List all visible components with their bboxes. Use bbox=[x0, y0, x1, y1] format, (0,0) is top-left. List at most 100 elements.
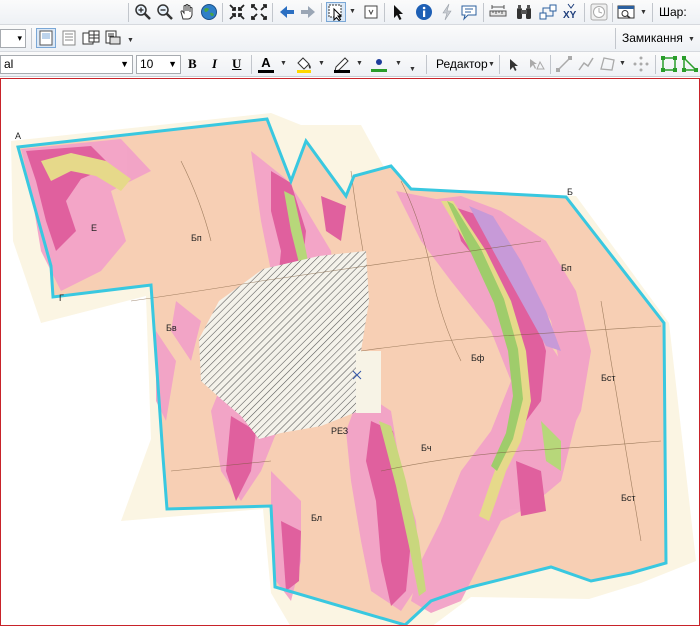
font-color-label: A bbox=[261, 54, 271, 70]
chevron-down-icon[interactable]: ▼ bbox=[395, 60, 402, 67]
construction-tools-button[interactable] bbox=[598, 54, 618, 74]
marker-color-button[interactable] bbox=[369, 54, 389, 74]
chevron-down-icon[interactable]: ▼ bbox=[688, 36, 695, 43]
underline-button[interactable]: U bbox=[232, 54, 241, 74]
toolbar-separator bbox=[222, 3, 223, 22]
print-preview-icon bbox=[105, 30, 121, 45]
layout-view-button[interactable] bbox=[36, 28, 56, 48]
layout-toolbar: ▾ ▼ Замикання ▼ bbox=[0, 25, 700, 52]
toolbar-options-arrow[interactable]: ▼ bbox=[409, 66, 416, 73]
toolbar-options-arrow[interactable]: ▼ bbox=[640, 9, 647, 16]
full-extent-button[interactable] bbox=[199, 2, 219, 22]
viewer-window-icon bbox=[617, 5, 635, 19]
drawing-toolbar: al ▼ 10 ▼ B I U A ▼ ▼ ▼ ▼ ▼ Редактор ▼ ▼ bbox=[0, 52, 700, 77]
corner-label-a: A bbox=[15, 131, 21, 141]
zoom-in-button[interactable] bbox=[133, 2, 153, 22]
trace-button[interactable] bbox=[576, 54, 596, 74]
select-features-icon bbox=[328, 4, 343, 21]
straight-segment-button[interactable] bbox=[554, 54, 574, 74]
select-elements-button[interactable] bbox=[388, 2, 408, 22]
hyperlink-button[interactable] bbox=[437, 2, 457, 22]
toolbar-separator bbox=[584, 3, 585, 22]
pen-icon bbox=[334, 57, 350, 73]
corner-label-g: Г bbox=[59, 293, 64, 303]
vertices-icon bbox=[633, 56, 649, 72]
xy-icon: XY bbox=[563, 3, 577, 21]
svg-text:Е: Е bbox=[91, 223, 97, 233]
go-to-xy-button[interactable] bbox=[538, 2, 558, 22]
map-canvas[interactable]: Е Бв РЕЗ Бст Бст Бф Бп Бп Бл Бч A Б Г bbox=[0, 78, 700, 626]
marker-dot-icon bbox=[371, 59, 387, 72]
back-extent-button[interactable] bbox=[277, 2, 297, 22]
page-icon bbox=[39, 30, 53, 46]
corner-label-b: Б bbox=[567, 187, 573, 197]
edit-tool-button[interactable] bbox=[503, 54, 523, 74]
toolbar-separator bbox=[550, 55, 551, 74]
chevron-down-icon[interactable]: ▼ bbox=[280, 60, 287, 67]
soil-map: Е Бв РЕЗ Бст Бст Бф Бп Бп Бл Бч A Б Г bbox=[11, 113, 696, 625]
data-view-button[interactable] bbox=[59, 28, 79, 48]
pan-button[interactable] bbox=[177, 2, 197, 22]
find-button[interactable] bbox=[514, 2, 534, 22]
straight-segment-icon bbox=[556, 56, 572, 72]
font-color-button[interactable]: A bbox=[256, 54, 276, 74]
time-slider-button[interactable] bbox=[589, 2, 609, 22]
measure-button[interactable] bbox=[488, 2, 508, 22]
snapping-menu[interactable]: Замикання bbox=[622, 28, 683, 48]
info-icon bbox=[416, 4, 432, 20]
svg-text:Бв: Бв bbox=[166, 323, 177, 333]
ruler-icon bbox=[489, 5, 507, 17]
toolbar-options-arrow[interactable]: ▼ bbox=[127, 37, 134, 44]
edit-pointer-icon bbox=[510, 59, 518, 71]
xy-coordinate-button[interactable]: XY bbox=[561, 2, 581, 22]
svg-text:Бп: Бп bbox=[191, 233, 202, 243]
zoom-out-button[interactable] bbox=[155, 2, 175, 22]
italic-button[interactable]: I bbox=[212, 54, 217, 74]
print-preview-button[interactable] bbox=[103, 28, 123, 48]
chevron-down-icon[interactable]: ▼ bbox=[356, 60, 363, 67]
font-size-value: 10 bbox=[140, 57, 154, 71]
table-icon bbox=[82, 30, 100, 45]
zoom-out-icon bbox=[157, 4, 173, 20]
toolbar-separator bbox=[384, 3, 385, 22]
chevron-down-icon[interactable]: ▼ bbox=[318, 60, 325, 67]
svg-text:Бп: Бп bbox=[561, 263, 572, 273]
vertices-button[interactable] bbox=[631, 54, 651, 74]
svg-text:XY: XY bbox=[563, 10, 577, 21]
editor-menu[interactable]: Редактор bbox=[436, 54, 488, 74]
reshape-feature-button[interactable] bbox=[680, 54, 700, 74]
svg-text:Бл: Бл bbox=[311, 513, 322, 523]
select-dropdown-arrow[interactable]: ▼ bbox=[349, 8, 356, 15]
toolbar-separator bbox=[31, 28, 32, 49]
font-size-combo[interactable]: 10 ▼ bbox=[136, 55, 181, 74]
html-popup-button[interactable] bbox=[459, 2, 479, 22]
clock-icon bbox=[590, 3, 608, 21]
chevron-down-icon: ▼ bbox=[168, 59, 177, 69]
fixed-zoom-out-button[interactable] bbox=[249, 2, 269, 22]
forward-extent-button[interactable] bbox=[298, 2, 318, 22]
chevron-down-icon[interactable]: ▼ bbox=[488, 61, 495, 68]
light-clearing bbox=[356, 351, 381, 413]
edit-vertices-icon bbox=[661, 56, 677, 72]
clear-selection-icon bbox=[364, 5, 378, 19]
identify-button[interactable] bbox=[414, 2, 434, 22]
arrow-right-icon bbox=[301, 6, 315, 18]
globe-icon bbox=[201, 4, 217, 20]
clear-selection-button[interactable] bbox=[361, 2, 381, 22]
svg-text:Бст: Бст bbox=[601, 373, 616, 383]
zoom-in-icon bbox=[135, 4, 151, 20]
layer-combo[interactable]: ▾ bbox=[0, 29, 26, 48]
toolbar-separator bbox=[426, 55, 427, 74]
edit-vertices-button[interactable] bbox=[659, 54, 679, 74]
toolbar-separator bbox=[499, 55, 500, 74]
fixed-zoom-in-button[interactable] bbox=[227, 2, 247, 22]
fill-color-button[interactable] bbox=[294, 54, 314, 74]
create-viewer-window-button[interactable] bbox=[616, 2, 636, 22]
font-name-combo[interactable]: al ▼ bbox=[0, 55, 133, 74]
line-color-button[interactable] bbox=[332, 54, 352, 74]
table-view-button[interactable] bbox=[81, 28, 101, 48]
edit-annotation-button[interactable] bbox=[526, 54, 546, 74]
chevron-down-icon[interactable]: ▼ bbox=[619, 60, 626, 67]
select-features-button[interactable] bbox=[326, 2, 346, 22]
bold-button[interactable]: B bbox=[188, 54, 197, 74]
